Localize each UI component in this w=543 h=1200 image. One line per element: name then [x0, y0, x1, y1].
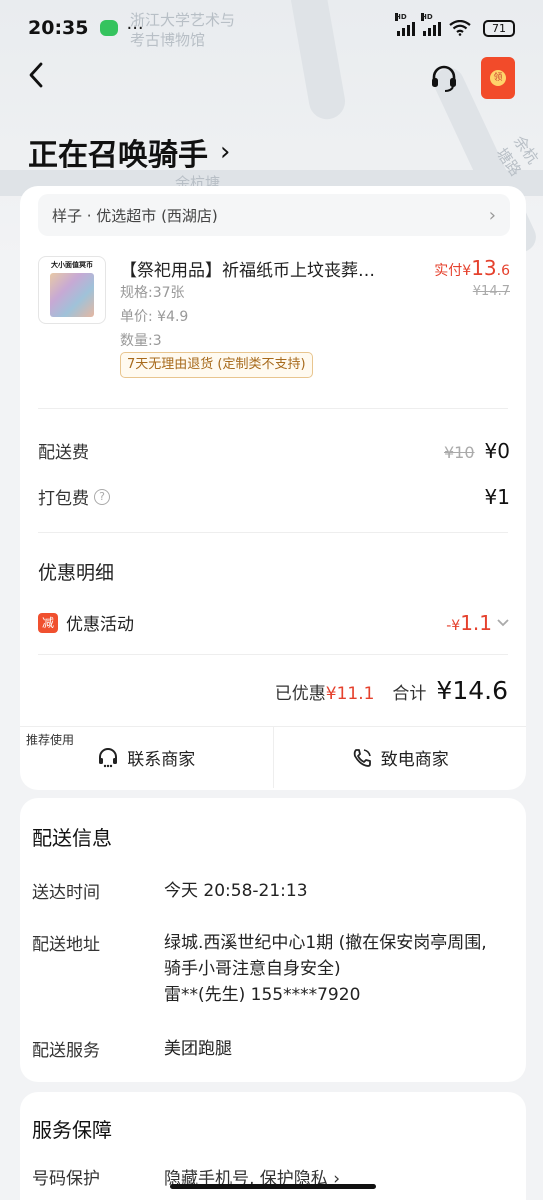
packing-fee-label: 打包费	[38, 489, 89, 509]
total-value: ¥14.6	[436, 676, 508, 705]
packing-fee-row: 打包费 ? ¥1	[38, 484, 510, 510]
signal-icon: HD	[421, 13, 441, 36]
delivery-time-value: 今天 20:58-21:13	[164, 881, 308, 901]
packing-fee-value: ¥1	[484, 484, 510, 509]
product-box-graphic	[50, 273, 94, 317]
delivery-fee-value: ¥0	[484, 438, 510, 463]
product-image-label: 大小面值冥币	[51, 261, 93, 269]
total-row: 已优惠 ¥11.1 合计 ¥14.6	[275, 676, 508, 705]
page-title[interactable]: 正在召唤骑手 ›	[28, 130, 230, 174]
back-button[interactable]	[28, 62, 58, 94]
top-bar: 领	[0, 56, 543, 100]
paid-price-prefix: 实付¥	[434, 263, 472, 279]
delivery-address-row: 配送地址 绿城.西溪世纪中心1期 (撤在保安岗亭周围, 骑手小哥注意自身安全) …	[32, 930, 504, 1008]
promo-value: -¥1.1	[446, 611, 492, 635]
total-label: 合计	[392, 684, 427, 704]
delivery-address-label: 配送地址	[32, 935, 100, 955]
delivery-contact-value: 雷**(先生) 155****7920	[164, 985, 361, 1005]
original-price: ¥14.7	[472, 284, 510, 299]
discount-badge-icon: 减	[38, 612, 58, 633]
delivery-fee-label: 配送费	[38, 443, 89, 463]
delivery-info-card: 配送信息 送达时间 今天 20:58-21:13 配送地址 绿城.西溪世纪中心1…	[20, 798, 526, 1082]
more-notifications-icon: ···	[126, 17, 144, 39]
phone-icon	[353, 748, 371, 767]
discount-section-title: 优惠明细	[38, 562, 115, 584]
paid-price-decimal: .6	[496, 263, 510, 279]
delivery-time-label: 送达时间	[32, 883, 100, 903]
product-spec: 规格:37张	[120, 285, 185, 301]
product-name[interactable]: 【祭祀用品】祈福纸币上坟丧葬…	[120, 256, 375, 281]
product-image[interactable]: 大小面值冥币	[38, 256, 106, 324]
signal-icon: HD	[395, 13, 415, 36]
recommend-label: 推荐使用	[26, 733, 75, 747]
product-unit-price: 单价: ¥4.9	[120, 309, 189, 325]
store-row[interactable]: 样子 · 优选超市 (西湖店) ›	[38, 194, 510, 236]
divider	[38, 408, 508, 409]
home-indicator[interactable]	[170, 1184, 376, 1189]
delivery-fee-row: 配送费 ¥10 ¥0	[38, 438, 510, 464]
delivery-address-value: 绿城.西溪世纪中心1期 (撤在保安岗亭周围, 骑手小哥注意自身安全)	[164, 933, 487, 979]
contact-merchant-label: 联系商家	[127, 750, 196, 770]
paid-price-integer: 13	[471, 256, 497, 280]
red-packet-coin-icon: 领	[490, 70, 506, 86]
wifi-icon	[449, 20, 471, 36]
order-status-title: 正在召唤骑手	[28, 138, 208, 173]
battery-icon: 71	[483, 19, 515, 37]
chevron-right-icon: ›	[220, 137, 231, 167]
status-bar: 20:35 ··· HD HD 71	[0, 0, 543, 56]
status-time: 20:35	[28, 17, 89, 39]
call-merchant-label: 致电商家	[380, 750, 449, 770]
paid-price: 实付¥13.6	[434, 256, 510, 280]
promo-label: 优惠活动	[66, 615, 134, 635]
delivery-info-title: 配送信息	[32, 826, 112, 850]
merchant-contact-bar: 联系商家 致电商家	[20, 726, 526, 788]
back-arrow-icon	[29, 62, 43, 88]
delivery-service-value: 美团跑腿	[164, 1039, 232, 1059]
promo-value-number: 1.1	[460, 610, 492, 635]
chevron-right-icon: ›	[488, 204, 496, 226]
delivery-fee-values: ¥10 ¥0	[444, 439, 510, 463]
saved-label: 已优惠	[274, 684, 326, 704]
divider	[38, 654, 508, 655]
service-guarantee-title: 服务保障	[32, 1118, 112, 1142]
red-packet-button[interactable]: 领	[481, 57, 515, 99]
help-question-icon[interactable]: ?	[94, 488, 110, 505]
chat-merchant-icon	[99, 747, 118, 767]
delivery-service-label: 配送服务	[32, 1041, 100, 1061]
call-merchant-button[interactable]: 致电商家	[272, 727, 527, 788]
wechat-notification-icon	[100, 20, 119, 36]
promo-value-prefix: -¥	[446, 617, 461, 634]
chevron-down-icon	[497, 618, 509, 626]
divider	[38, 532, 508, 533]
promo-activity-row[interactable]: 减 优惠活动 -¥1.1	[38, 610, 510, 635]
saved-value: ¥11.1	[325, 684, 375, 704]
delivery-service-row: 配送服务 美团跑腿	[32, 1036, 504, 1062]
delivery-fee-original: ¥10	[444, 442, 475, 462]
delivery-time-row: 送达时间 今天 20:58-21:13	[32, 878, 504, 904]
customer-service-headset-icon[interactable]	[429, 63, 459, 93]
number-protection-label: 号码保护	[32, 1169, 100, 1189]
store-name: 样子 · 优选超市 (西湖店)	[52, 206, 218, 225]
product-quantity: 数量:3	[120, 333, 162, 349]
order-detail-card: 样子 · 优选超市 (西湖店) › 大小面值冥币 【祭祀用品】祈福纸币上坟丧葬……	[20, 186, 526, 790]
refund-policy-badge: 7天无理由退货 (定制类不支持)	[120, 352, 313, 378]
